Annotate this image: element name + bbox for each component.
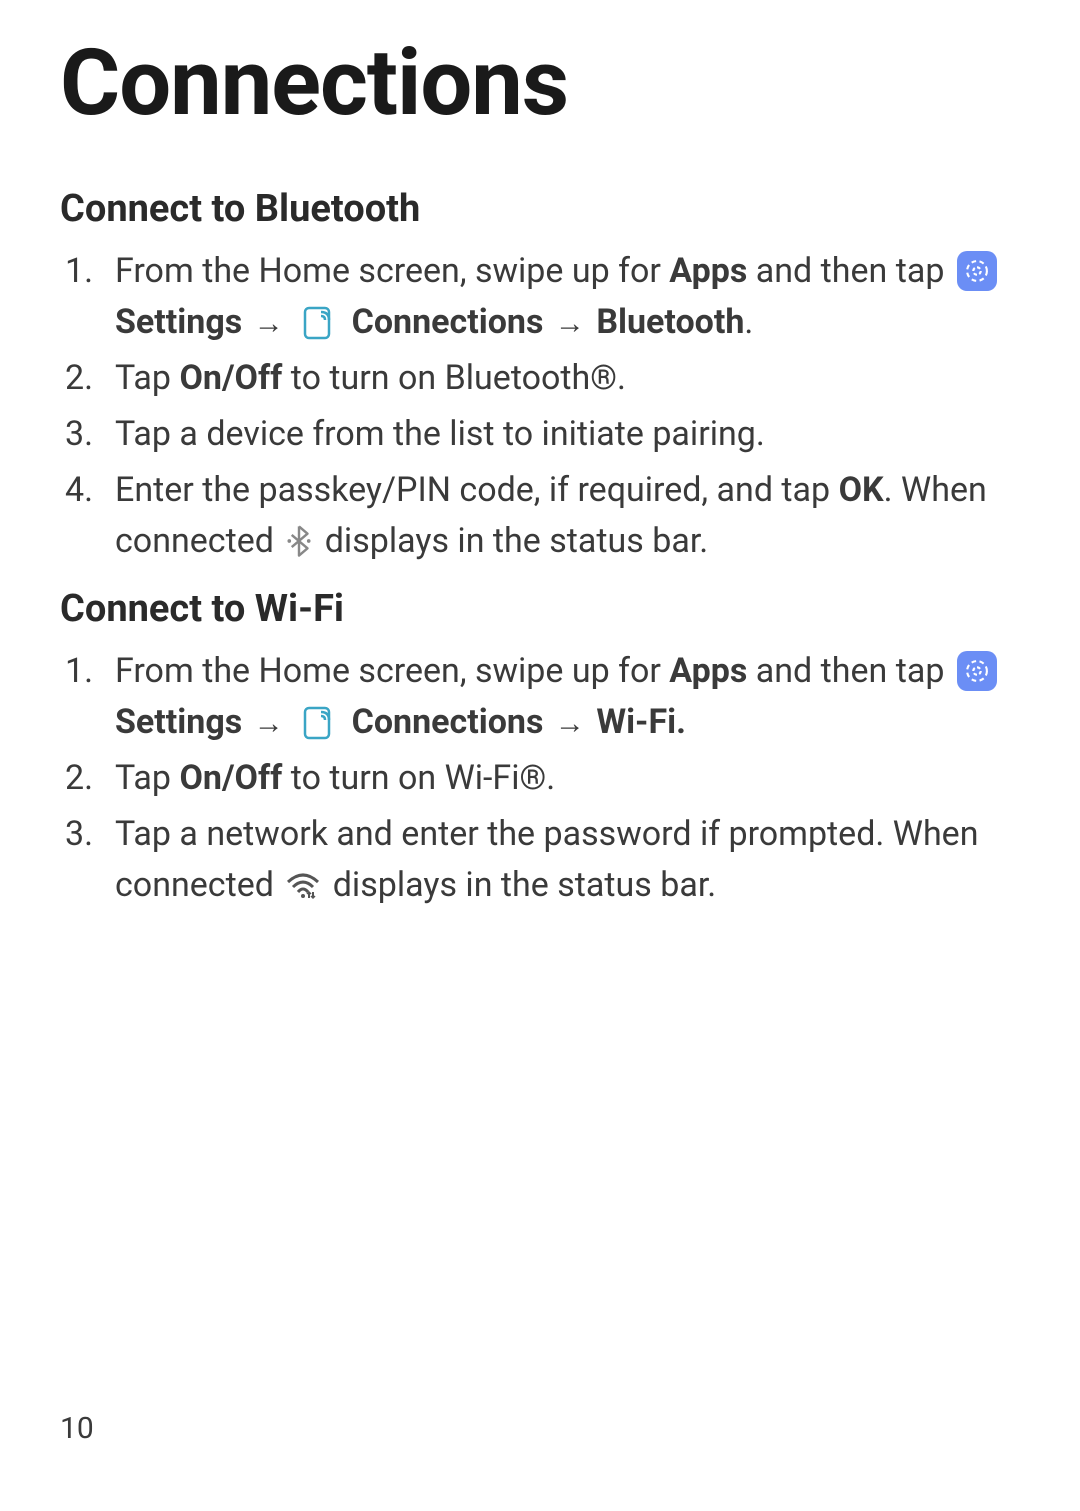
- arrow-icon: →: [254, 706, 284, 741]
- settings-icon: [957, 651, 997, 691]
- connections-label: Connections: [352, 302, 544, 342]
- bluetooth-steps: From the Home screen, swipe up for Apps …: [60, 246, 1020, 567]
- list-item: Tap On/Off to turn on Bluetooth®.: [60, 353, 1020, 404]
- onoff-label: On/Off: [179, 358, 282, 398]
- arrow-icon: →: [254, 306, 284, 341]
- step-text: displays in the status bar.: [316, 521, 708, 561]
- step-text: Tap: [115, 358, 179, 398]
- wifi-label: Wi-Fi.: [596, 702, 686, 742]
- ok-label: OK: [839, 470, 884, 510]
- page-title: Connections: [60, 30, 1020, 137]
- arrow-icon: →: [555, 306, 585, 341]
- list-item: Tap a device from the list to initiate p…: [60, 409, 1020, 460]
- list-item: Enter the passkey/PIN code, if required,…: [60, 465, 1020, 567]
- bluetooth-connected-icon: [284, 524, 314, 558]
- wifi-steps: From the Home screen, swipe up for Apps …: [60, 646, 1020, 911]
- step-text: Tap a device from the list to initiate p…: [115, 414, 765, 454]
- settings-icon: [957, 251, 997, 291]
- apps-label: Apps: [669, 651, 747, 691]
- step-text: .: [744, 302, 753, 342]
- step-text: to turn on Wi-Fi®.: [282, 758, 555, 798]
- list-item: From the Home screen, swipe up for Apps …: [60, 646, 1020, 748]
- connections-icon: [299, 702, 339, 742]
- onoff-label: On/Off: [179, 758, 282, 798]
- page-number: 10: [60, 1411, 94, 1446]
- list-item: Tap On/Off to turn on Wi-Fi®.: [60, 753, 1020, 804]
- settings-label: Settings: [115, 702, 242, 742]
- connections-label: Connections: [352, 702, 544, 742]
- step-text: displays in the status bar.: [324, 865, 716, 905]
- step-text: and then tap: [747, 251, 953, 291]
- bluetooth-heading: Connect to Bluetooth: [60, 187, 1020, 231]
- wifi-heading: Connect to Wi-Fi: [60, 587, 1020, 631]
- step-text: From the Home screen, swipe up for: [115, 651, 669, 691]
- arrow-icon: →: [555, 706, 585, 741]
- bluetooth-label: Bluetooth: [596, 302, 744, 342]
- list-item: Tap a network and enter the password if …: [60, 809, 1020, 911]
- list-item: From the Home screen, swipe up for Apps …: [60, 246, 1020, 348]
- settings-label: Settings: [115, 302, 242, 342]
- step-text: From the Home screen, swipe up for: [115, 251, 669, 291]
- step-text: to turn on Bluetooth®.: [282, 358, 626, 398]
- apps-label: Apps: [669, 251, 747, 291]
- step-text: Enter the passkey/PIN code, if required,…: [115, 470, 839, 510]
- step-text: Tap: [115, 758, 179, 798]
- step-text: and then tap: [747, 651, 953, 691]
- connections-icon: [299, 302, 339, 342]
- wifi-connected-icon: [284, 870, 322, 900]
